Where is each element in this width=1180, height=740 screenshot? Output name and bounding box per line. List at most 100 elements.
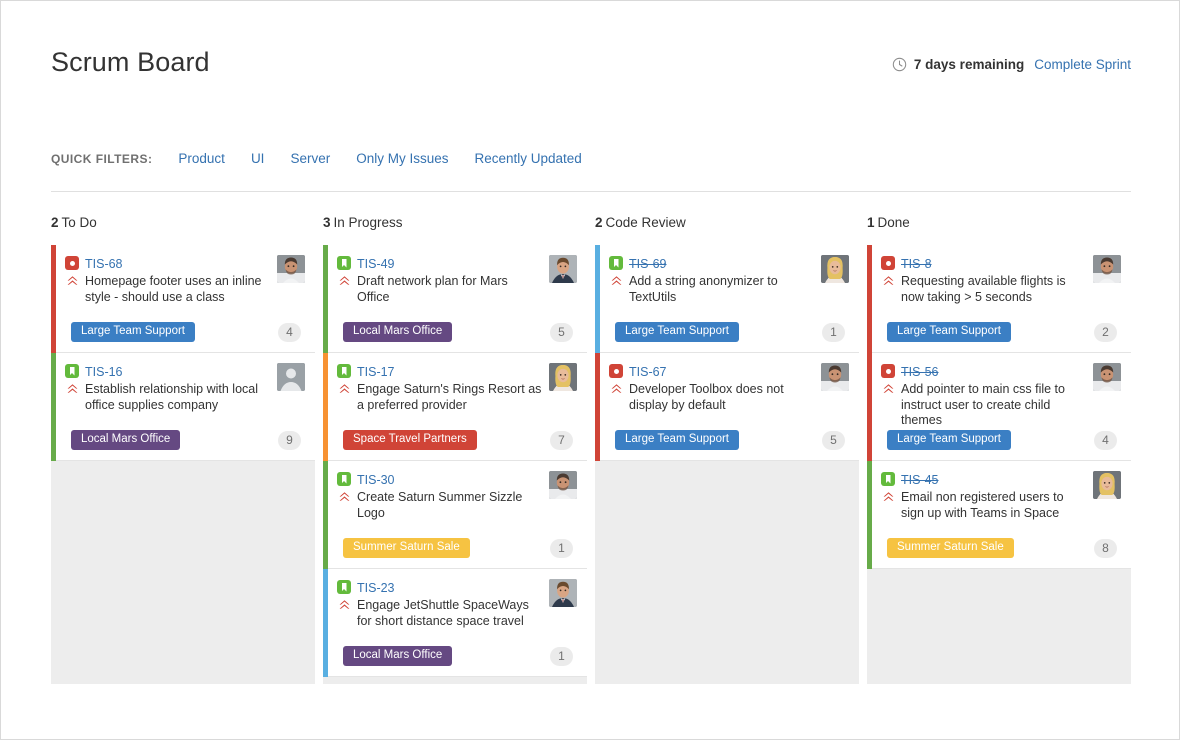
issue-key-link[interactable]: TIS-45 <box>901 473 939 488</box>
card-color-stripe <box>867 245 872 353</box>
quick-filters-label: QUICK FILTERS: <box>51 152 152 166</box>
card-text-block: TIS-30Create Saturn Summer Sizzle Logo <box>357 471 549 521</box>
card-text-block: TIS-23 Engage JetShuttle SpaceWays for sh… <box>357 579 549 629</box>
issue-card[interactable]: TIS-16Establish relationship with local … <box>51 353 315 461</box>
issue-card[interactable]: TIS-45Email non registered users to sign… <box>867 461 1131 569</box>
issue-card[interactable]: TIS-8 Requesting available flights is now… <box>867 245 1131 353</box>
complete-sprint-button[interactable]: Complete Sprint <box>1034 57 1131 72</box>
card-bottom-row: Large Team Support2 <box>881 322 1121 342</box>
epic-label[interactable]: Local Mars Office <box>343 646 452 666</box>
card-text-block: TIS-16Establish relationship with local … <box>85 363 277 413</box>
card-bottom-row: Local Mars Office5 <box>337 322 577 342</box>
card-icon-group <box>65 255 85 286</box>
issue-card[interactable]: TIS-49Draft network plan for Mars Office… <box>323 245 587 353</box>
assignee-avatar[interactable] <box>549 255 577 283</box>
column-issue-count: 2 <box>51 215 59 230</box>
epic-label[interactable]: Large Team Support <box>887 322 1011 342</box>
issue-card[interactable]: TIS-69Add a string anonymizer to TextUti… <box>595 245 859 353</box>
issue-key-link[interactable]: TIS-17 <box>357 365 395 380</box>
assignee-avatar[interactable] <box>821 363 849 391</box>
priority-highest-icon <box>66 382 79 394</box>
assignee-avatar[interactable] <box>549 363 577 391</box>
issue-card[interactable]: TIS-68Homepage footer uses an inline sty… <box>51 245 315 353</box>
bug-icon <box>881 256 895 270</box>
issue-summary: Requesting available flights is now taki… <box>901 274 1087 305</box>
card-top-row: TIS-68Homepage footer uses an inline sty… <box>65 255 305 305</box>
card-color-stripe <box>323 569 328 677</box>
priority-highest-icon <box>610 274 623 286</box>
issue-key-link[interactable]: TIS-49 <box>357 257 395 272</box>
issue-summary: Engage Saturn's Rings Resort as a prefer… <box>357 382 543 413</box>
quick-filter-only-my-issues[interactable]: Only My Issues <box>356 151 448 166</box>
issue-card[interactable]: TIS-30Create Saturn Summer Sizzle Logo Su… <box>323 461 587 569</box>
epic-label[interactable]: Space Travel Partners <box>343 430 477 450</box>
issue-summary: Engage JetShuttle SpaceWays for short di… <box>357 598 543 629</box>
issue-key-link[interactable]: TIS-68 <box>85 257 123 272</box>
quick-filter-ui[interactable]: UI <box>251 151 265 166</box>
board-columns: 2To Do TIS-68Homepage footer uses an inl… <box>51 212 1131 684</box>
card-bottom-row: Local Mars Office1 <box>337 646 577 666</box>
assignee-avatar[interactable] <box>277 255 305 283</box>
assignee-avatar[interactable] <box>1093 471 1121 499</box>
column-body[interactable]: TIS-49Draft network plan for Mars Office… <box>323 245 587 684</box>
epic-label[interactable]: Large Team Support <box>615 322 739 342</box>
assignee-avatar[interactable] <box>1093 363 1121 391</box>
issue-card[interactable]: TIS-23 Engage JetShuttle SpaceWays for sh… <box>323 569 587 677</box>
card-top-row: TIS-30Create Saturn Summer Sizzle Logo <box>337 471 577 521</box>
epic-label[interactable]: Large Team Support <box>71 322 195 342</box>
card-icon-group <box>609 363 629 394</box>
epic-label[interactable]: Large Team Support <box>615 430 739 450</box>
issue-key-link[interactable]: TIS-30 <box>357 473 395 488</box>
card-color-stripe <box>51 245 56 353</box>
assignee-avatar[interactable] <box>821 255 849 283</box>
assignee-avatar[interactable] <box>549 579 577 607</box>
issue-card[interactable]: TIS-56Add pointer to main css file to in… <box>867 353 1131 461</box>
issue-card[interactable]: TIS-67Developer Toolbox does not display… <box>595 353 859 461</box>
quick-filter-product[interactable]: Product <box>178 151 225 166</box>
card-icon-group <box>881 471 901 502</box>
issue-card[interactable]: TIS-17 Engage Saturn's Rings Resort as a … <box>323 353 587 461</box>
card-top-row: TIS-56Add pointer to main css file to in… <box>881 363 1121 429</box>
card-top-row: TIS-23 Engage JetShuttle SpaceWays for sh… <box>337 579 577 629</box>
epic-label[interactable]: Summer Saturn Sale <box>343 538 470 558</box>
epic-label[interactable]: Local Mars Office <box>71 430 180 450</box>
card-text-block: TIS-68Homepage footer uses an inline sty… <box>85 255 277 305</box>
column-body[interactable]: TIS-8 Requesting available flights is now… <box>867 245 1131 684</box>
quick-filter-server[interactable]: Server <box>290 151 330 166</box>
epic-label[interactable]: Summer Saturn Sale <box>887 538 1014 558</box>
column-body[interactable]: TIS-69Add a string anonymizer to TextUti… <box>595 245 859 684</box>
card-icon-group <box>337 255 357 286</box>
card-top-row: TIS-16Establish relationship with local … <box>65 363 305 413</box>
priority-highest-icon <box>882 274 895 286</box>
card-color-stripe <box>595 245 600 353</box>
epic-label[interactable]: Local Mars Office <box>343 322 452 342</box>
card-bottom-row: Space Travel Partners7 <box>337 430 577 450</box>
issue-key-link[interactable]: TIS-67 <box>629 365 667 380</box>
column-name: To Do <box>62 215 97 230</box>
priority-highest-icon <box>338 598 351 610</box>
column-header: 2Code Review <box>595 212 859 245</box>
column-body[interactable]: TIS-68Homepage footer uses an inline sty… <box>51 245 315 684</box>
priority-highest-icon <box>338 382 351 394</box>
issue-key-link[interactable]: TIS-56 <box>901 365 939 380</box>
issue-key-link[interactable]: TIS-16 <box>85 365 123 380</box>
card-icon-group <box>881 255 901 286</box>
assignee-avatar[interactable] <box>277 363 305 391</box>
card-bottom-row: Large Team Support4 <box>881 430 1121 450</box>
story-icon <box>337 580 351 594</box>
issue-key-link[interactable]: TIS-69 <box>629 257 667 272</box>
card-color-stripe <box>867 461 872 569</box>
card-bottom-row: Large Team Support4 <box>65 322 305 342</box>
epic-label[interactable]: Large Team Support <box>887 430 1011 450</box>
quick-filter-recently-updated[interactable]: Recently Updated <box>474 151 581 166</box>
sprint-meta: 7 days remaining Complete Sprint <box>892 57 1131 72</box>
issue-key-link[interactable]: TIS-23 <box>357 581 395 596</box>
assignee-avatar[interactable] <box>549 471 577 499</box>
estimate-badge: 1 <box>550 539 573 558</box>
assignee-avatar[interactable] <box>1093 255 1121 283</box>
column-header: 3In Progress <box>323 212 587 245</box>
board-column: 2To Do TIS-68Homepage footer uses an inl… <box>51 212 315 684</box>
issue-key-link[interactable]: TIS-8 <box>901 257 932 272</box>
card-icon-group <box>65 363 85 394</box>
priority-highest-icon <box>338 490 351 502</box>
